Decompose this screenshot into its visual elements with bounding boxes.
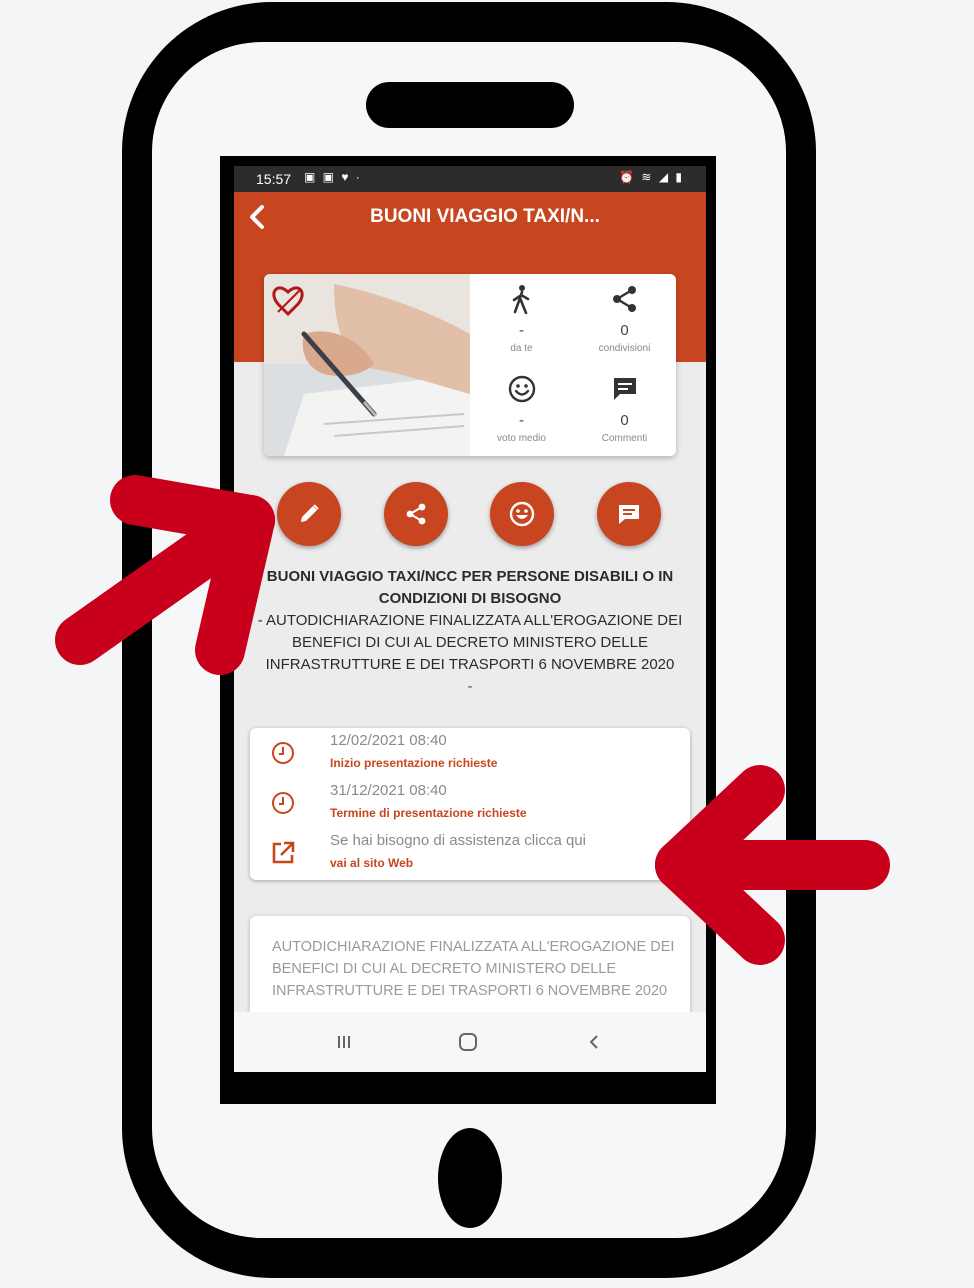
description-text: AUTODICHIARAZIONE FINALIZZATA ALL'EROGAZ…	[272, 939, 675, 999]
stat-voto-medio: - voto medio	[470, 374, 573, 444]
home-square-icon	[459, 1033, 477, 1051]
service-heading: BUONI VIAGGIO TAXI/NCC PER PERSONE DISAB…	[234, 566, 706, 698]
stat-commenti: 0 Commenti	[573, 374, 676, 444]
home-nav-button[interactable]	[448, 1028, 488, 1056]
rate-button[interactable]	[490, 482, 554, 546]
share-button[interactable]	[384, 482, 448, 546]
start-date-row: 12/02/2021 08:40 Inizio presentazione ri…	[250, 730, 690, 778]
share-icon	[612, 286, 636, 312]
phone-home-button	[438, 1128, 502, 1228]
website-link[interactable]: vai al sito Web	[330, 856, 413, 870]
android-nav-bar	[234, 1012, 706, 1072]
app-bar: BUONI VIAGGIO TAXI/N...	[234, 192, 706, 242]
end-date-label: Termine di presentazione richieste	[330, 806, 527, 820]
walking-person-icon	[512, 285, 529, 314]
help-link-row[interactable]: Se hai bisogno di assistenza clicca qui …	[250, 830, 690, 878]
illustration: 15:57 ▣ ▣ ♥ · ⏰ ≋ ◢ ▮ BUONI VIAGGIO TAXI…	[0, 0, 974, 1288]
share-icon	[406, 503, 426, 525]
comment-icon	[613, 378, 636, 400]
description-card: AUTODICHIARAZIONE FINALIZZATA ALL'EROGAZ…	[250, 916, 690, 1026]
da-te-value: -	[519, 322, 524, 339]
dates-card: 12/02/2021 08:40 Inizio presentazione ri…	[250, 728, 690, 880]
comment-icon	[619, 505, 639, 524]
phone-speaker	[366, 82, 574, 128]
start-date-label: Inizio presentazione richieste	[330, 756, 498, 770]
chevron-left-icon	[589, 1035, 598, 1049]
commenti-value: 0	[620, 412, 629, 429]
service-subtitle: - AUTODICHIARAZIONE FINALIZZATA ALL'EROG…	[257, 612, 683, 673]
service-photo	[264, 274, 470, 456]
external-link-icon	[272, 841, 295, 864]
notification-icons: ▣ ▣ ♥ ·	[304, 170, 362, 184]
back-button[interactable]	[240, 198, 278, 236]
commenti-label: Commenti	[601, 433, 648, 444]
comment-button[interactable]	[597, 482, 661, 546]
back-nav-button[interactable]	[574, 1028, 614, 1056]
condivisioni-label: condivisioni	[598, 343, 651, 354]
arrow-pointing-to-dates-card	[655, 765, 890, 965]
condivisioni-value: 0	[620, 322, 629, 339]
stat-da-te: - da te	[470, 284, 573, 354]
clock-icon	[272, 792, 294, 814]
recent-apps-button[interactable]	[324, 1028, 364, 1056]
start-date: 12/02/2021 08:40	[330, 732, 447, 749]
end-date-row: 31/12/2021 08:40 Termine di presentazion…	[250, 780, 690, 828]
voto-medio-label: voto medio	[497, 433, 546, 444]
system-status-icons: ⏰ ≋ ◢ ▮	[619, 170, 684, 184]
smiley-icon	[508, 375, 535, 403]
arrow-pointing-to-buttons	[55, 475, 275, 675]
end-date: 31/12/2021 08:40	[330, 782, 447, 799]
da-te-label: da te	[510, 343, 533, 354]
voto-medio-value: -	[519, 412, 524, 429]
help-text: Se hai bisogno di assistenza clicca qui	[330, 832, 586, 849]
status-time: 15:57	[256, 171, 292, 187]
stats-card: - da te 0 condivisioni - voto medio 0 Co…	[264, 274, 676, 456]
service-trailing-dash: -	[467, 678, 473, 695]
chevron-left-icon	[250, 205, 264, 229]
page-title: BUONI VIAGGIO TAXI/N...	[370, 206, 600, 227]
service-title: BUONI VIAGGIO TAXI/NCC PER PERSONE DISAB…	[266, 568, 674, 607]
status-bar: 15:57 ▣ ▣ ♥ · ⏰ ≋ ◢ ▮	[234, 166, 706, 192]
recent-apps-icon	[338, 1036, 350, 1048]
smiley-icon	[509, 501, 535, 527]
stat-condivisioni: 0 condivisioni	[573, 284, 676, 354]
clock-icon	[272, 742, 294, 764]
